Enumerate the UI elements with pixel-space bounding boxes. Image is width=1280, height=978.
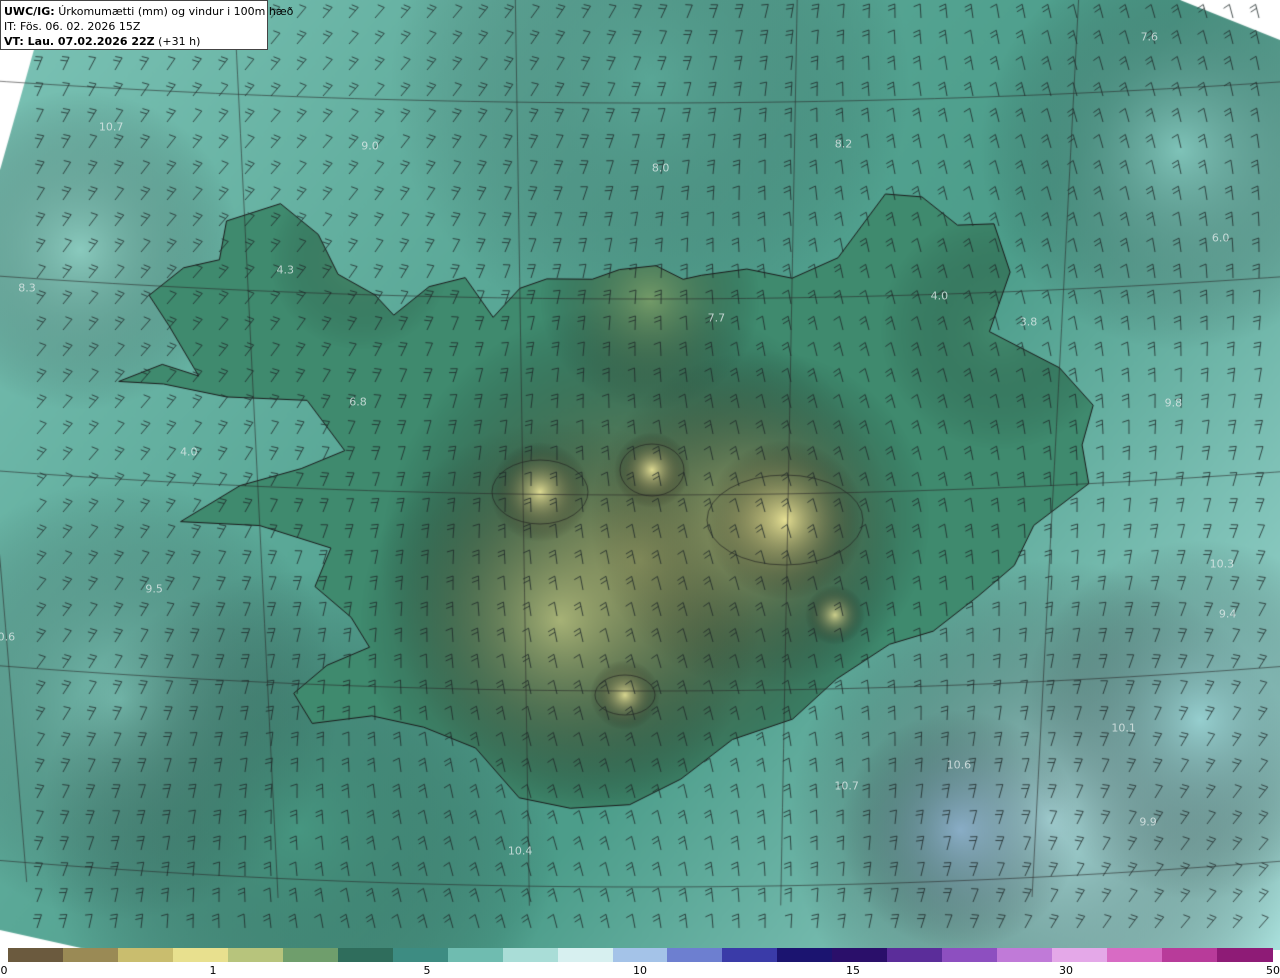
precipitation-wind-map [0,0,1280,950]
colorbar-segment [447,948,504,962]
precipitation-colorbar: 0 1 5 10 15 30 50 [0,948,1280,978]
field-value-label: 7.6 [1140,30,1159,44]
field-value-label: 4.3 [276,263,295,277]
field-value-label: 8.2 [834,137,853,151]
colorbar-segment [117,948,174,962]
colorbar-segment [282,948,339,962]
colorbar-strip [8,948,1273,962]
field-value-label: 9.9 [1139,815,1157,829]
colorbar-segment [942,948,999,962]
colorbar-tick-label: 10 [633,964,647,977]
colorbar-tick-label: 0 [0,964,8,977]
field-value-label: 7.7 [707,311,726,325]
field-value-label: 8.3 [18,281,36,295]
colorbar-segment [392,948,449,962]
field-value-label: 9.8 [1164,396,1183,410]
initial-time: IT: Fös. 06. 02. 2026 15Z [4,20,141,33]
field-value-label: 10.1 [1111,721,1136,735]
colorbar-segment [1107,948,1164,962]
colorbar-segment [722,948,779,962]
colorbar-segment [612,948,669,962]
field-value-label: 9.4 [1218,607,1237,621]
field-value-label: 10.6 [0,630,16,644]
colorbar-segment [557,948,614,962]
field-value-label: 3.8 [1019,315,1038,329]
field-value-label: 10.3 [1209,557,1235,571]
colorbar-segment [227,948,284,962]
field-value-label: 6.8 [349,395,367,409]
colorbar-segment [502,948,559,962]
field-value-label: 10.4 [507,844,533,858]
colorbar-segment [832,948,889,962]
colorbar-segment [1217,948,1273,962]
colorbar-segment [8,948,64,962]
colorbar-segment [337,948,394,962]
field-value-label: 10.6 [946,758,972,772]
colorbar-segment [667,948,724,962]
field-value-label: 4.0 [930,289,949,303]
model-label: UWC/IG: [4,5,55,18]
colorbar-segment [997,948,1054,962]
colorbar-segment [172,948,229,962]
colorbar-segment [1052,948,1109,962]
colorbar-tick-label: 1 [209,964,217,977]
valid-time-row: VT: Lau. 07.02.2026 22Z (+31 h) [4,34,263,49]
colorbar-tick-label: 15 [846,964,860,977]
colorbar-segment [777,948,834,962]
colorbar-tick-label: 5 [423,964,431,977]
colorbar-segment [1162,948,1219,962]
colorbar-tick-label: 50 [1266,964,1280,977]
colorbar-segment [62,948,119,962]
map-title: Úrkomumætti (mm) og vindur i 100m hæð [58,5,294,18]
field-value-label: 8.0 [651,161,670,175]
field-value-label: 10.7 [98,120,124,134]
title-row: UWC/IG: Úrkomumætti (mm) og vindur i 100… [4,4,293,19]
field-value-label: 10.7 [834,779,859,793]
colorbar-segment [887,948,944,962]
valid-time: VT: Lau. 07.02.2026 22Z [4,35,155,48]
field-value-label: 9.0 [361,139,379,153]
colorbar-tick-label: 30 [1059,964,1073,977]
map-info-box: UWC/IG: Úrkomumætti (mm) og vindur i 100… [0,0,293,50]
lead-time: (+31 h) [158,35,201,48]
field-value-label: 6.0 [1211,231,1230,245]
field-value-label: 4.0 [180,445,198,459]
field-value-label: 9.5 [145,582,163,596]
